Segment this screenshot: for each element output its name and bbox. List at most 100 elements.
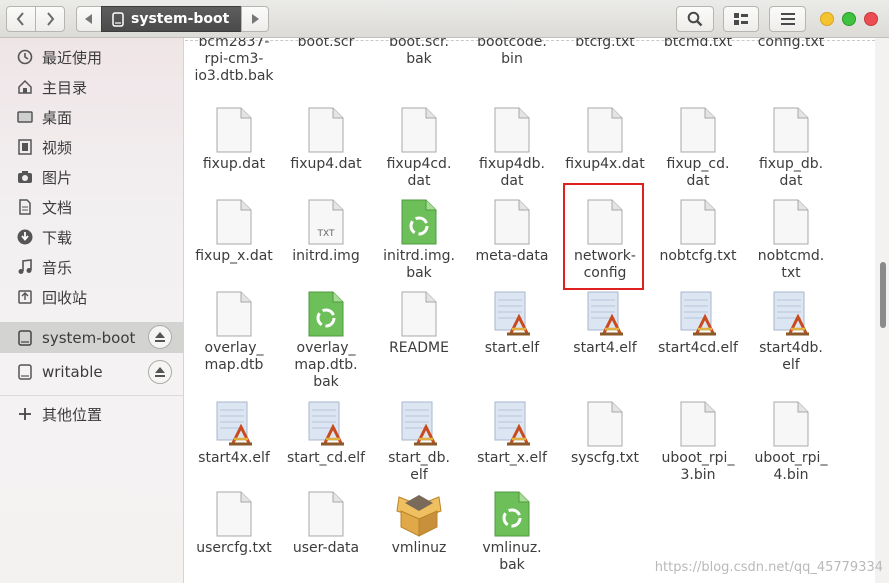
executable-file-icon bbox=[302, 400, 350, 448]
file-name: README bbox=[389, 340, 449, 356]
file-item[interactable]: fixup4x.dat bbox=[559, 106, 651, 173]
file-item[interactable]: btcfg.txt bbox=[559, 38, 651, 51]
file-name: fixup_cd. dat bbox=[666, 156, 730, 189]
file-item[interactable]: config.txt bbox=[745, 38, 837, 51]
file-item[interactable]: start_cd.elf bbox=[280, 400, 372, 467]
sidebar-item-trash[interactable]: 回收站 bbox=[0, 283, 184, 311]
file-item[interactable]: fixup_db. dat bbox=[745, 106, 837, 190]
executable-file-icon bbox=[674, 290, 722, 338]
file-item[interactable]: start4x.elf bbox=[188, 400, 280, 467]
file-name: fixup_x.dat bbox=[195, 248, 273, 264]
file-item[interactable]: fixup4cd. dat bbox=[373, 106, 465, 190]
sidebar-item-videos[interactable]: 视频 bbox=[0, 133, 184, 161]
file-item[interactable]: nobtcfg.txt bbox=[652, 198, 744, 265]
watermark: https://blog.csdn.net/qq_45779334 bbox=[654, 560, 883, 575]
eject-system-boot-button[interactable] bbox=[148, 325, 172, 349]
eject-writable-button[interactable] bbox=[148, 360, 172, 384]
close-button[interactable] bbox=[864, 12, 878, 26]
file-name: meta-data bbox=[475, 248, 549, 264]
file-item[interactable]: fixup_x.dat bbox=[188, 198, 280, 265]
file-item[interactable]: start.elf bbox=[466, 290, 558, 357]
file-item[interactable]: initrd.img. bak bbox=[373, 198, 465, 282]
document-file-icon bbox=[581, 106, 629, 154]
sidebar-item-music[interactable]: 音乐 bbox=[0, 253, 184, 281]
path-scroll-right-button[interactable] bbox=[241, 6, 269, 32]
file-item[interactable]: boot.scr bbox=[280, 38, 372, 51]
maximize-button[interactable] bbox=[842, 12, 856, 26]
drive-icon bbox=[112, 11, 124, 27]
menu-button[interactable] bbox=[769, 6, 806, 32]
document-file-icon bbox=[488, 198, 536, 246]
file-item[interactable]: bcm2837- rpi-cm3- io3.dtb.bak bbox=[188, 38, 280, 85]
file-item[interactable]: fixup_cd. dat bbox=[652, 106, 744, 190]
sidebar-item-desktop[interactable]: 桌面 bbox=[0, 103, 184, 131]
file-item[interactable]: btcmd.txt bbox=[652, 38, 744, 51]
view-toggle-button[interactable] bbox=[723, 6, 759, 32]
file-item[interactable]: start4.elf bbox=[559, 290, 651, 357]
sidebar-item-writable[interactable]: writable bbox=[0, 358, 184, 386]
sidebar-item-recent[interactable]: 最近使用 bbox=[0, 43, 184, 71]
file-item[interactable]: vmlinuz. bak bbox=[466, 490, 558, 574]
home-icon bbox=[17, 79, 33, 95]
svg-text:TXT: TXT bbox=[316, 229, 335, 239]
sidebar-item-downloads[interactable]: 下载 bbox=[0, 223, 184, 251]
file-item[interactable]: fixup4db. dat bbox=[466, 106, 558, 190]
file-item[interactable]: README bbox=[373, 290, 465, 357]
file-item[interactable]: TXT initrd.img bbox=[280, 198, 372, 265]
document-file-icon bbox=[488, 106, 536, 154]
file-item[interactable]: start_x.elf bbox=[466, 400, 558, 467]
file-item[interactable]: fixup4.dat bbox=[280, 106, 372, 173]
sidebar-item-other-locations[interactable]: 其他位置 bbox=[0, 400, 184, 428]
sidebar-item-pictures[interactable]: 图片 bbox=[0, 163, 184, 191]
file-item[interactable]: fixup.dat bbox=[188, 106, 280, 173]
file-item[interactable]: start4db. elf bbox=[745, 290, 837, 374]
file-name: boot.scr. bak bbox=[389, 38, 449, 67]
minimize-button[interactable] bbox=[820, 12, 834, 26]
back-button[interactable] bbox=[6, 6, 36, 32]
file-item[interactable]: overlay_ map.dtb. bak bbox=[280, 290, 372, 391]
file-name: start4.elf bbox=[573, 340, 637, 356]
desktop-icon bbox=[17, 109, 33, 125]
file-name: uboot_rpi_ 3.bin bbox=[661, 450, 735, 483]
executable-file-icon bbox=[767, 290, 815, 338]
path-scroll-left-button[interactable] bbox=[76, 6, 102, 32]
file-item[interactable]: start_db. elf bbox=[373, 400, 465, 484]
file-name: usercfg.txt bbox=[196, 540, 272, 556]
header-bar: system-boot bbox=[0, 0, 889, 38]
file-item[interactable]: vmlinuz bbox=[373, 490, 465, 557]
document-file-icon bbox=[210, 490, 258, 538]
path-bar-current[interactable]: system-boot bbox=[101, 6, 242, 32]
file-item[interactable]: usercfg.txt bbox=[188, 490, 280, 557]
backup-file-icon bbox=[488, 490, 536, 538]
backup-file-icon bbox=[395, 198, 443, 246]
file-item[interactable]: syscfg.txt bbox=[559, 400, 651, 467]
sidebar-item-home[interactable]: 主目录 bbox=[0, 73, 184, 101]
file-grid: bcm2837- rpi-cm3- io3.dtb.bak boot.scr boo… bbox=[185, 38, 875, 583]
file-item[interactable]: boot.scr. bak bbox=[373, 38, 465, 68]
file-item[interactable]: start4cd.elf bbox=[652, 290, 744, 357]
file-item[interactable]: bootcode. bin bbox=[466, 38, 558, 68]
sidebar-item-label: 图片 bbox=[42, 168, 73, 187]
file-item[interactable]: uboot_rpi_ 3.bin bbox=[652, 400, 744, 484]
file-item[interactable]: network- config bbox=[559, 198, 651, 282]
sidebar-item-label: writable bbox=[42, 363, 103, 381]
file-item[interactable]: nobtcmd. txt bbox=[745, 198, 837, 282]
sidebar-item-label: 视频 bbox=[42, 138, 73, 157]
sidebar-item-documents[interactable]: 文档 bbox=[0, 193, 184, 221]
file-item[interactable]: meta-data bbox=[466, 198, 558, 265]
sidebar-item-system-boot[interactable]: system-boot bbox=[0, 322, 184, 353]
file-item[interactable]: uboot_rpi_ 4.bin bbox=[745, 400, 837, 484]
chevron-left-icon bbox=[16, 12, 24, 26]
scrollbar-thumb[interactable] bbox=[880, 262, 886, 328]
file-name: start_x.elf bbox=[477, 450, 547, 466]
search-button[interactable] bbox=[676, 6, 714, 32]
forward-button[interactable] bbox=[35, 6, 65, 32]
document-file-icon bbox=[210, 106, 258, 154]
file-item[interactable]: overlay_ map.dtb bbox=[188, 290, 280, 374]
file-name: fixup4.dat bbox=[290, 156, 362, 172]
search-icon bbox=[687, 11, 703, 27]
drive-icon bbox=[17, 329, 33, 346]
file-item[interactable]: user-data bbox=[280, 490, 372, 557]
document-icon bbox=[17, 199, 33, 215]
chevron-right-icon bbox=[47, 12, 55, 26]
